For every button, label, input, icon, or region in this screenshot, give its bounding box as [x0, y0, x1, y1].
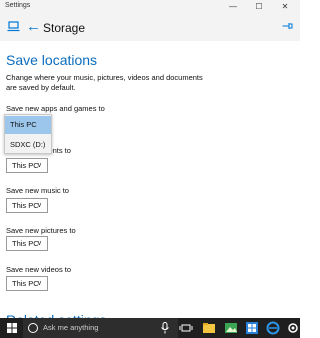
edge-browser-icon[interactable]	[266, 321, 280, 335]
chevron-down-icon: ∨	[36, 202, 42, 209]
chevron-down-icon: ∨	[36, 162, 42, 169]
windows-start-icon[interactable]	[7, 323, 17, 333]
videos-select[interactable]: This PC ∨	[6, 276, 48, 291]
music-label: Save new music to	[6, 186, 69, 195]
section-description: Change where your music, pictures, video…	[6, 73, 203, 92]
dropdown-option-this-pc[interactable]: This PC	[5, 116, 51, 134]
task-view-icon[interactable]	[179, 321, 193, 335]
dropdown-option-sdxc[interactable]: SDXC (D:)	[5, 136, 51, 154]
videos-select-value: This PC	[12, 279, 39, 288]
videos-label: Save new videos to	[6, 265, 72, 274]
pictures-label: Save new pictures to	[6, 226, 76, 235]
chevron-down-icon: ∨	[36, 280, 42, 287]
taskbar-search[interactable]: Ask me anything	[23, 318, 178, 338]
laptop-icon	[7, 21, 20, 32]
cortana-icon	[28, 323, 38, 333]
microphone-icon[interactable]	[160, 322, 170, 334]
file-explorer-icon[interactable]	[202, 321, 216, 335]
documents-select[interactable]: This PC ∨	[6, 158, 48, 173]
documents-select-value: This PC	[12, 161, 39, 170]
music-select[interactable]: This PC ∨	[6, 198, 48, 213]
search-placeholder: Ask me anything	[43, 323, 99, 332]
maximize-button[interactable]: ☐	[248, 0, 270, 13]
section-title: Save locations	[6, 52, 98, 68]
minimize-button[interactable]: —	[222, 0, 244, 13]
pictures-select[interactable]: This PC ∨	[6, 236, 48, 251]
back-arrow-icon[interactable]: ←	[26, 19, 41, 34]
close-button[interactable]: ✕	[274, 0, 296, 13]
apps-label: Save new apps and games to	[6, 104, 105, 113]
window-title: Settings	[5, 2, 31, 9]
page-header: ← Storage	[0, 13, 300, 41]
music-select-value: This PC	[12, 201, 39, 210]
taskbar: Ask me anything	[0, 318, 300, 338]
pictures-select-value: This PC	[12, 239, 39, 248]
store-icon[interactable]	[245, 321, 259, 335]
page-title: Storage	[43, 21, 86, 35]
apps-dropdown-list[interactable]: This PC SDXC (D:)	[4, 114, 52, 154]
title-bar: Settings — ☐ ✕	[0, 0, 300, 13]
photos-icon[interactable]	[224, 321, 238, 335]
chevron-down-icon: ∨	[36, 240, 42, 247]
pin-icon[interactable]	[282, 20, 294, 32]
settings-gear-icon[interactable]	[286, 321, 300, 335]
